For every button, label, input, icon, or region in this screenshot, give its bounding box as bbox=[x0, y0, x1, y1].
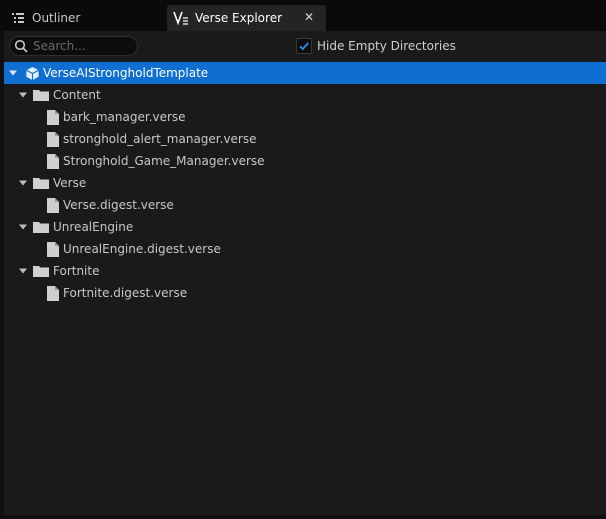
folder-icon bbox=[33, 175, 49, 191]
collapse-arrow-icon[interactable] bbox=[18, 178, 28, 188]
tab-outliner[interactable]: Outliner bbox=[4, 5, 164, 31]
file-icon bbox=[45, 109, 61, 125]
collapse-arrow-icon[interactable] bbox=[18, 90, 28, 100]
file-icon bbox=[45, 131, 61, 147]
folder-label: Fortnite bbox=[53, 264, 100, 278]
tree-project-row[interactable]: VerseAIStrongholdTemplate bbox=[4, 62, 606, 84]
tab-verse-explorer[interactable]: Verse Explorer ✕ bbox=[167, 5, 326, 31]
verse-explorer-panel: Hide Empty Directories VerseAIStronghold… bbox=[4, 31, 606, 515]
tree-file-row[interactable]: stronghold_alert_manager.verse bbox=[4, 128, 606, 150]
hide-empty-checkbox[interactable] bbox=[296, 38, 312, 54]
tree-folder-content[interactable]: Content bbox=[4, 84, 606, 106]
tree-file-row[interactable]: Stronghold_Game_Manager.verse bbox=[4, 150, 606, 172]
tree-file-row[interactable]: UnrealEngine.digest.verse bbox=[4, 238, 606, 260]
checkmark-icon bbox=[299, 42, 309, 51]
outliner-icon bbox=[10, 10, 26, 26]
toolbar: Hide Empty Directories bbox=[4, 31, 606, 61]
folder-label: Content bbox=[53, 88, 101, 102]
folder-icon bbox=[33, 263, 49, 279]
search-icon bbox=[14, 39, 28, 53]
search-box[interactable] bbox=[9, 36, 138, 56]
folder-label: Verse bbox=[53, 176, 87, 190]
file-icon bbox=[45, 197, 61, 213]
search-input[interactable] bbox=[33, 39, 128, 53]
project-name: VerseAIStrongholdTemplate bbox=[43, 66, 209, 80]
project-cube-icon bbox=[24, 65, 40, 81]
folder-icon bbox=[33, 219, 49, 235]
hide-empty-directories-toggle[interactable]: Hide Empty Directories bbox=[296, 37, 456, 55]
tree-folder-unrealengine[interactable]: UnrealEngine bbox=[4, 216, 606, 238]
folder-label: UnrealEngine bbox=[53, 220, 134, 234]
tab-verse-explorer-label: Verse Explorer bbox=[195, 11, 283, 25]
hide-empty-label: Hide Empty Directories bbox=[317, 39, 456, 53]
verse-explorer-window: Outliner Verse Explorer ✕ Search... Hide… bbox=[0, 0, 606, 519]
verse-icon bbox=[173, 10, 189, 26]
folder-icon bbox=[33, 87, 49, 103]
collapse-arrow-icon[interactable] bbox=[18, 266, 28, 276]
tree-file-row[interactable]: Fortnite.digest.verse bbox=[4, 282, 606, 304]
file-label: Verse.digest.verse bbox=[63, 198, 174, 212]
file-label: bark_manager.verse bbox=[63, 110, 186, 124]
tree-file-row[interactable]: bark_manager.verse bbox=[4, 106, 606, 128]
collapse-arrow-icon[interactable] bbox=[8, 68, 18, 78]
file-label: stronghold_alert_manager.verse bbox=[63, 132, 257, 146]
file-icon bbox=[45, 285, 61, 301]
file-label: Fortnite.digest.verse bbox=[63, 286, 188, 300]
tree-folder-verse[interactable]: Verse bbox=[4, 172, 606, 194]
tree-file-row[interactable]: Verse.digest.verse bbox=[4, 194, 606, 216]
collapse-arrow-icon[interactable] bbox=[18, 222, 28, 232]
file-label: Stronghold_Game_Manager.verse bbox=[63, 154, 265, 168]
tab-outliner-label: Outliner bbox=[32, 11, 81, 25]
file-tree: VerseAIStrongholdTemplate Content bark_m… bbox=[4, 62, 606, 512]
file-label: UnrealEngine.digest.verse bbox=[63, 242, 221, 256]
close-icon[interactable]: ✕ bbox=[302, 10, 316, 24]
file-icon bbox=[45, 153, 61, 169]
file-icon bbox=[45, 241, 61, 257]
tab-bar: Outliner Verse Explorer ✕ bbox=[0, 0, 606, 34]
tree-folder-fortnite[interactable]: Fortnite bbox=[4, 260, 606, 282]
